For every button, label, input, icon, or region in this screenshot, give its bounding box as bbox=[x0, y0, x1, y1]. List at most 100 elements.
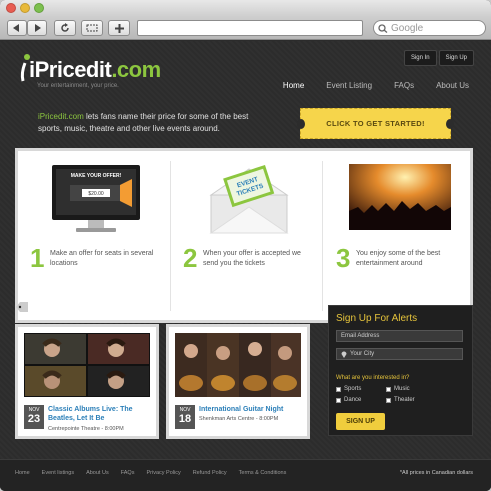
minimize-window-button[interactable] bbox=[20, 3, 30, 13]
event-card[interactable]: NOV 18 International Guitar Night Shenkm… bbox=[166, 324, 310, 439]
event-venue: Centrepointe Theatre - 8:00PM bbox=[48, 426, 124, 432]
nav-home[interactable]: Home bbox=[283, 81, 304, 90]
concert-photo bbox=[346, 161, 454, 233]
footer-link-faqs[interactable]: FAQs bbox=[121, 470, 135, 476]
auth-buttons: Sign In Sign Up bbox=[403, 50, 474, 66]
make-offer-label: MAKE YOUR OFFER! bbox=[71, 173, 122, 179]
event-date: NOV 18 bbox=[175, 405, 195, 429]
step-number: 3 bbox=[336, 243, 351, 273]
step-3: 3 You enjoy some of the best entertainme… bbox=[324, 151, 474, 320]
back-arrow-icon bbox=[13, 24, 19, 32]
logo-tagline: Your entertainment, your price. bbox=[37, 83, 119, 89]
scissors-icon bbox=[86, 24, 98, 32]
nav-faqs[interactable]: FAQs bbox=[394, 81, 414, 90]
reload-icon bbox=[61, 23, 69, 32]
step-text: When your offer is accepted we send you … bbox=[203, 250, 301, 267]
step-2: EVENT TICKETS 2 When your offer is accep… bbox=[171, 151, 321, 320]
web-page: iPricedit.com Your entertainment, your p… bbox=[0, 41, 491, 491]
get-started-button[interactable]: CLICK TO GET STARTED! bbox=[297, 108, 454, 139]
event-day: 23 bbox=[27, 413, 41, 425]
browser-search-field[interactable]: Google bbox=[373, 20, 486, 36]
how-it-works-panel: MAKE YOUR OFFER! $20.00 1 Make an offer … bbox=[15, 148, 473, 323]
checkbox[interactable] bbox=[386, 397, 391, 403]
title-bar bbox=[0, 0, 491, 16]
checkbox-theater[interactable]: Theater bbox=[386, 397, 415, 403]
step-number: 1 bbox=[30, 243, 45, 273]
alerts-signup-panel: Sign Up For Alerts Email Address Your Ci… bbox=[328, 305, 473, 436]
interests-question: What are you interested in? bbox=[336, 375, 410, 381]
on-sale-heading: ON SALE NOW! bbox=[16, 301, 116, 313]
search-placeholder: Google bbox=[391, 22, 424, 34]
city-field[interactable]: Your City bbox=[336, 348, 463, 360]
browser-window: Google iPricedit.com Your entertainment,… bbox=[0, 0, 491, 491]
step-divider bbox=[322, 161, 323, 311]
guitarists-photo bbox=[175, 333, 301, 397]
logo-tld: .com bbox=[111, 57, 161, 82]
step-number: 2 bbox=[183, 243, 198, 273]
beatles-photo bbox=[24, 333, 150, 397]
city-placeholder: Your City bbox=[350, 351, 375, 357]
sign-up-alerts-button[interactable]: SIGN UP bbox=[336, 413, 385, 430]
reload-button[interactable] bbox=[54, 20, 76, 36]
checkbox-music[interactable]: Music bbox=[386, 386, 410, 392]
footer-link-refund-policy[interactable]: Refund Policy bbox=[193, 470, 227, 476]
checkbox[interactable] bbox=[386, 386, 391, 392]
signup-heading: Sign Up For Alerts bbox=[336, 313, 418, 324]
back-button[interactable] bbox=[7, 20, 27, 36]
event-month: NOV bbox=[179, 407, 191, 413]
checkbox-label: Sports bbox=[344, 386, 362, 392]
plus-icon bbox=[114, 23, 124, 33]
screenshot-button[interactable] bbox=[81, 20, 103, 36]
event-month: NOV bbox=[28, 407, 40, 413]
checkbox[interactable] bbox=[336, 386, 341, 392]
event-venue: Shenkman Arts Centre - 8:00PM bbox=[199, 416, 279, 422]
email-field[interactable]: Email Address bbox=[336, 330, 463, 342]
logo-text: iPricedit.com bbox=[29, 57, 161, 83]
nav-about-us[interactable]: About Us bbox=[436, 81, 469, 90]
step-text: Make an offer for seats in several locat… bbox=[50, 250, 154, 267]
event-date: NOV 23 bbox=[24, 405, 44, 429]
forward-arrow-icon bbox=[35, 24, 41, 32]
get-started-label: CLICK TO GET STARTED! bbox=[326, 119, 425, 128]
forward-button[interactable] bbox=[27, 20, 47, 36]
checkbox-label: Dance bbox=[344, 397, 362, 403]
nav-event-listing[interactable]: Event Listing bbox=[326, 81, 372, 90]
intro-text: iPricedit.com lets fans name their price… bbox=[38, 111, 268, 135]
event-card[interactable]: NOV 23 Classic Albums Live: The Beatles,… bbox=[15, 324, 159, 439]
sign-in-button[interactable]: Sign In bbox=[403, 50, 437, 66]
envelope-illustration: EVENT TICKETS bbox=[209, 164, 289, 234]
event-title[interactable]: Classic Albums Live: The Beatles, Let It… bbox=[48, 405, 156, 423]
event-day: 18 bbox=[178, 413, 192, 425]
location-pin-icon bbox=[341, 351, 347, 358]
intro-brand-link[interactable]: iPricedit.com bbox=[38, 112, 84, 121]
zoom-window-button[interactable] bbox=[34, 3, 44, 13]
checkbox-label: Theater bbox=[394, 397, 415, 403]
checkbox-label: Music bbox=[394, 386, 410, 392]
close-window-button[interactable] bbox=[6, 3, 16, 13]
browser-toolbar: Google bbox=[0, 16, 491, 40]
main-nav: Home Event Listing FAQs About Us bbox=[261, 81, 469, 90]
footer-link-terms[interactable]: Terms & Conditions bbox=[239, 470, 287, 476]
footer-link-about-us[interactable]: About Us bbox=[86, 470, 109, 476]
checkbox-sports[interactable]: Sports bbox=[336, 386, 361, 392]
currency-note: *All prices in Canadian dollars bbox=[399, 470, 473, 476]
offer-price: $20.00 bbox=[88, 191, 104, 197]
event-title[interactable]: International Guitar Night bbox=[199, 405, 307, 414]
on-sale-title: ON SALE NOW! bbox=[33, 301, 116, 313]
new-tab-button[interactable] bbox=[108, 20, 130, 36]
sign-up-button[interactable]: Sign Up bbox=[438, 50, 474, 66]
checkbox[interactable] bbox=[336, 397, 341, 403]
site-logo[interactable]: iPricedit.com Your entertainment, your p… bbox=[19, 51, 161, 91]
footer-link-privacy-policy[interactable]: Privacy Policy bbox=[146, 470, 180, 476]
checkbox-dance[interactable]: Dance bbox=[336, 397, 361, 403]
footer-link-event-listings[interactable]: Event listings bbox=[42, 470, 74, 476]
step-1: MAKE YOUR OFFER! $20.00 1 Make an offer … bbox=[18, 151, 168, 320]
search-icon bbox=[378, 23, 388, 33]
monitor-illustration: MAKE YOUR OFFER! $20.00 bbox=[52, 165, 140, 232]
tag-icon bbox=[16, 302, 28, 312]
footer: Home Event listings About Us FAQs Privac… bbox=[0, 459, 491, 491]
address-bar[interactable] bbox=[137, 20, 363, 36]
footer-links: Home Event listings About Us FAQs Privac… bbox=[15, 470, 298, 476]
logo-name: iPricedit bbox=[29, 57, 112, 82]
footer-link-home[interactable]: Home bbox=[15, 470, 30, 476]
